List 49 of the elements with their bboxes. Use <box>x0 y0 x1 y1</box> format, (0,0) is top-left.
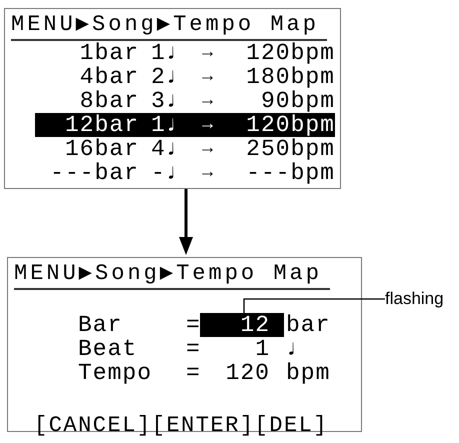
arrow-text: → <box>202 66 214 89</box>
annotation-label: flashing <box>385 289 444 309</box>
tempo-map-row[interactable]: 4bar 2♩ → 180bpm <box>35 65 335 89</box>
equals-text: = <box>186 361 201 385</box>
arrow-text: → <box>202 42 214 65</box>
bar-text: 1bar <box>80 41 139 65</box>
beat-text: 2♩ <box>150 65 181 89</box>
tempo-map-row[interactable]: ---bar -♩ → ---bpm <box>35 161 335 185</box>
tempo-map-row[interactable]: 16bar 4♩ → 250bpm <box>35 137 335 161</box>
arrow-text: → <box>202 114 214 137</box>
bar-text: ---bar <box>50 161 139 185</box>
bar-text: 4bar <box>80 65 139 89</box>
tempo-text: ---bpm <box>246 161 335 185</box>
equals-text: = <box>186 313 201 337</box>
field-value[interactable]: 1 <box>200 337 284 361</box>
softkey-button[interactable]: [DEL] <box>254 413 328 439</box>
screen-title: MENU▶Song▶Tempo Map <box>11 11 327 41</box>
beat-text: -♩ <box>150 161 181 185</box>
tempo-text: 250bpm <box>246 137 335 161</box>
beat-text: 1♩ <box>150 41 181 65</box>
softkey-button[interactable]: [ENTER] <box>152 413 255 439</box>
field-label: Tempo <box>78 361 152 385</box>
arrow-text: → <box>202 162 214 185</box>
beat-text: 4♩ <box>150 137 181 161</box>
beat-text: 3♩ <box>150 89 181 113</box>
bar-text: 16bar <box>64 137 139 161</box>
field-value[interactable]: 120 <box>200 361 284 385</box>
tempo-text: 120bpm <box>246 113 335 137</box>
field-label: Bar <box>78 313 122 337</box>
tempo-text: 180bpm <box>246 65 335 89</box>
beat-text: 1♩ <box>150 113 181 137</box>
unit-text: bpm <box>285 361 330 385</box>
softkey-button[interactable]: [CANCEL] <box>34 413 152 439</box>
bar-text: 8bar <box>80 89 139 113</box>
tempo-map-row[interactable]: 8bar 3♩ → 90bpm <box>35 89 335 113</box>
field-label: Beat <box>78 337 138 361</box>
screen-title: MENU▶Song▶Tempo Map <box>14 260 330 290</box>
bar-text: 12bar <box>64 113 139 137</box>
tempo-map-row[interactable]: 1bar 1♩ → 120bpm <box>35 41 335 65</box>
tempo-text: 120bpm <box>246 41 335 65</box>
tempo-map-row[interactable]: 12bar 1♩ → 120bpm <box>35 113 335 137</box>
arrow-text: → <box>202 138 214 161</box>
field-value[interactable]: 12 <box>200 313 284 337</box>
down-arrow <box>179 189 193 255</box>
unit-text: bar <box>285 313 330 337</box>
unit-text: ♩ <box>285 337 301 361</box>
equals-text: = <box>186 337 201 361</box>
tempo-text: 90bpm <box>260 89 335 113</box>
arrow-text: → <box>202 90 214 113</box>
